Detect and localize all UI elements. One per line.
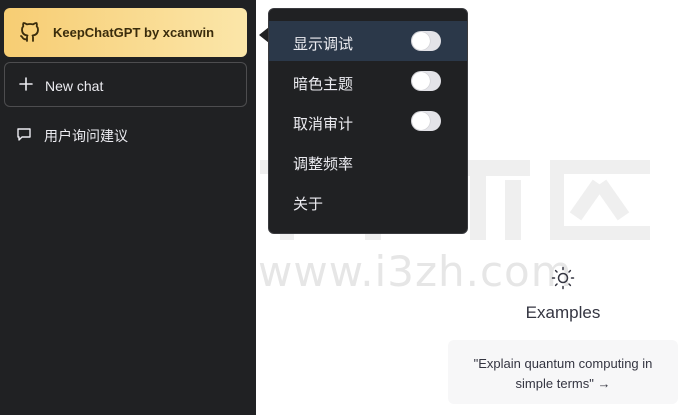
keepchatgpt-label: KeepChatGPT by xcanwin (53, 25, 215, 40)
sidebar: KeepChatGPT by xcanwin New chat 用户询问建议 (0, 0, 256, 415)
new-chat-button[interactable]: New chat (4, 62, 247, 107)
examples-heading: Examples (525, 303, 601, 322)
menu-item-label: 取消审计 (293, 116, 354, 133)
menu-item-label: 显示调试 (293, 36, 354, 53)
menu-item-about[interactable]: 关于 (269, 181, 467, 221)
menu-item-dark-theme[interactable]: 暗色主题 (269, 61, 467, 101)
toggle-knob (412, 32, 430, 50)
menu-item-label: 暗色主题 (293, 76, 354, 93)
sun-icon (551, 266, 575, 290)
menu-item-adjust-frequency[interactable]: 调整频率 (269, 141, 467, 181)
keepchatgpt-button[interactable]: KeepChatGPT by xcanwin (4, 8, 247, 57)
keepchatgpt-menu: 显示调试 暗色主题 取消审计 调整频率 关于 (268, 8, 468, 234)
menu-item-show-debug[interactable]: 显示调试 (269, 21, 467, 61)
dark-theme-toggle[interactable] (411, 71, 441, 91)
new-chat-label: New chat (45, 78, 104, 94)
chat-bubble-icon (17, 128, 31, 141)
example-prompt-button[interactable]: "Explain quantum computing in simple ter… (448, 340, 678, 404)
github-icon (20, 22, 39, 42)
menu-item-label: 调整频率 (293, 156, 354, 173)
toggle-knob (412, 112, 430, 130)
plus-icon (19, 77, 33, 91)
cancel-audit-toggle[interactable] (411, 111, 441, 131)
sidebar-item-label: 用户询问建议 (44, 128, 128, 144)
show-debug-toggle[interactable] (411, 31, 441, 51)
watermark-text: www.i3zh.com (258, 247, 573, 296)
toggle-knob (412, 72, 430, 90)
menu-item-cancel-audit[interactable]: 取消审计 (269, 101, 467, 141)
sidebar-item-suggestion[interactable]: 用户询问建议 (4, 118, 247, 152)
menu-item-label: 关于 (293, 196, 324, 213)
